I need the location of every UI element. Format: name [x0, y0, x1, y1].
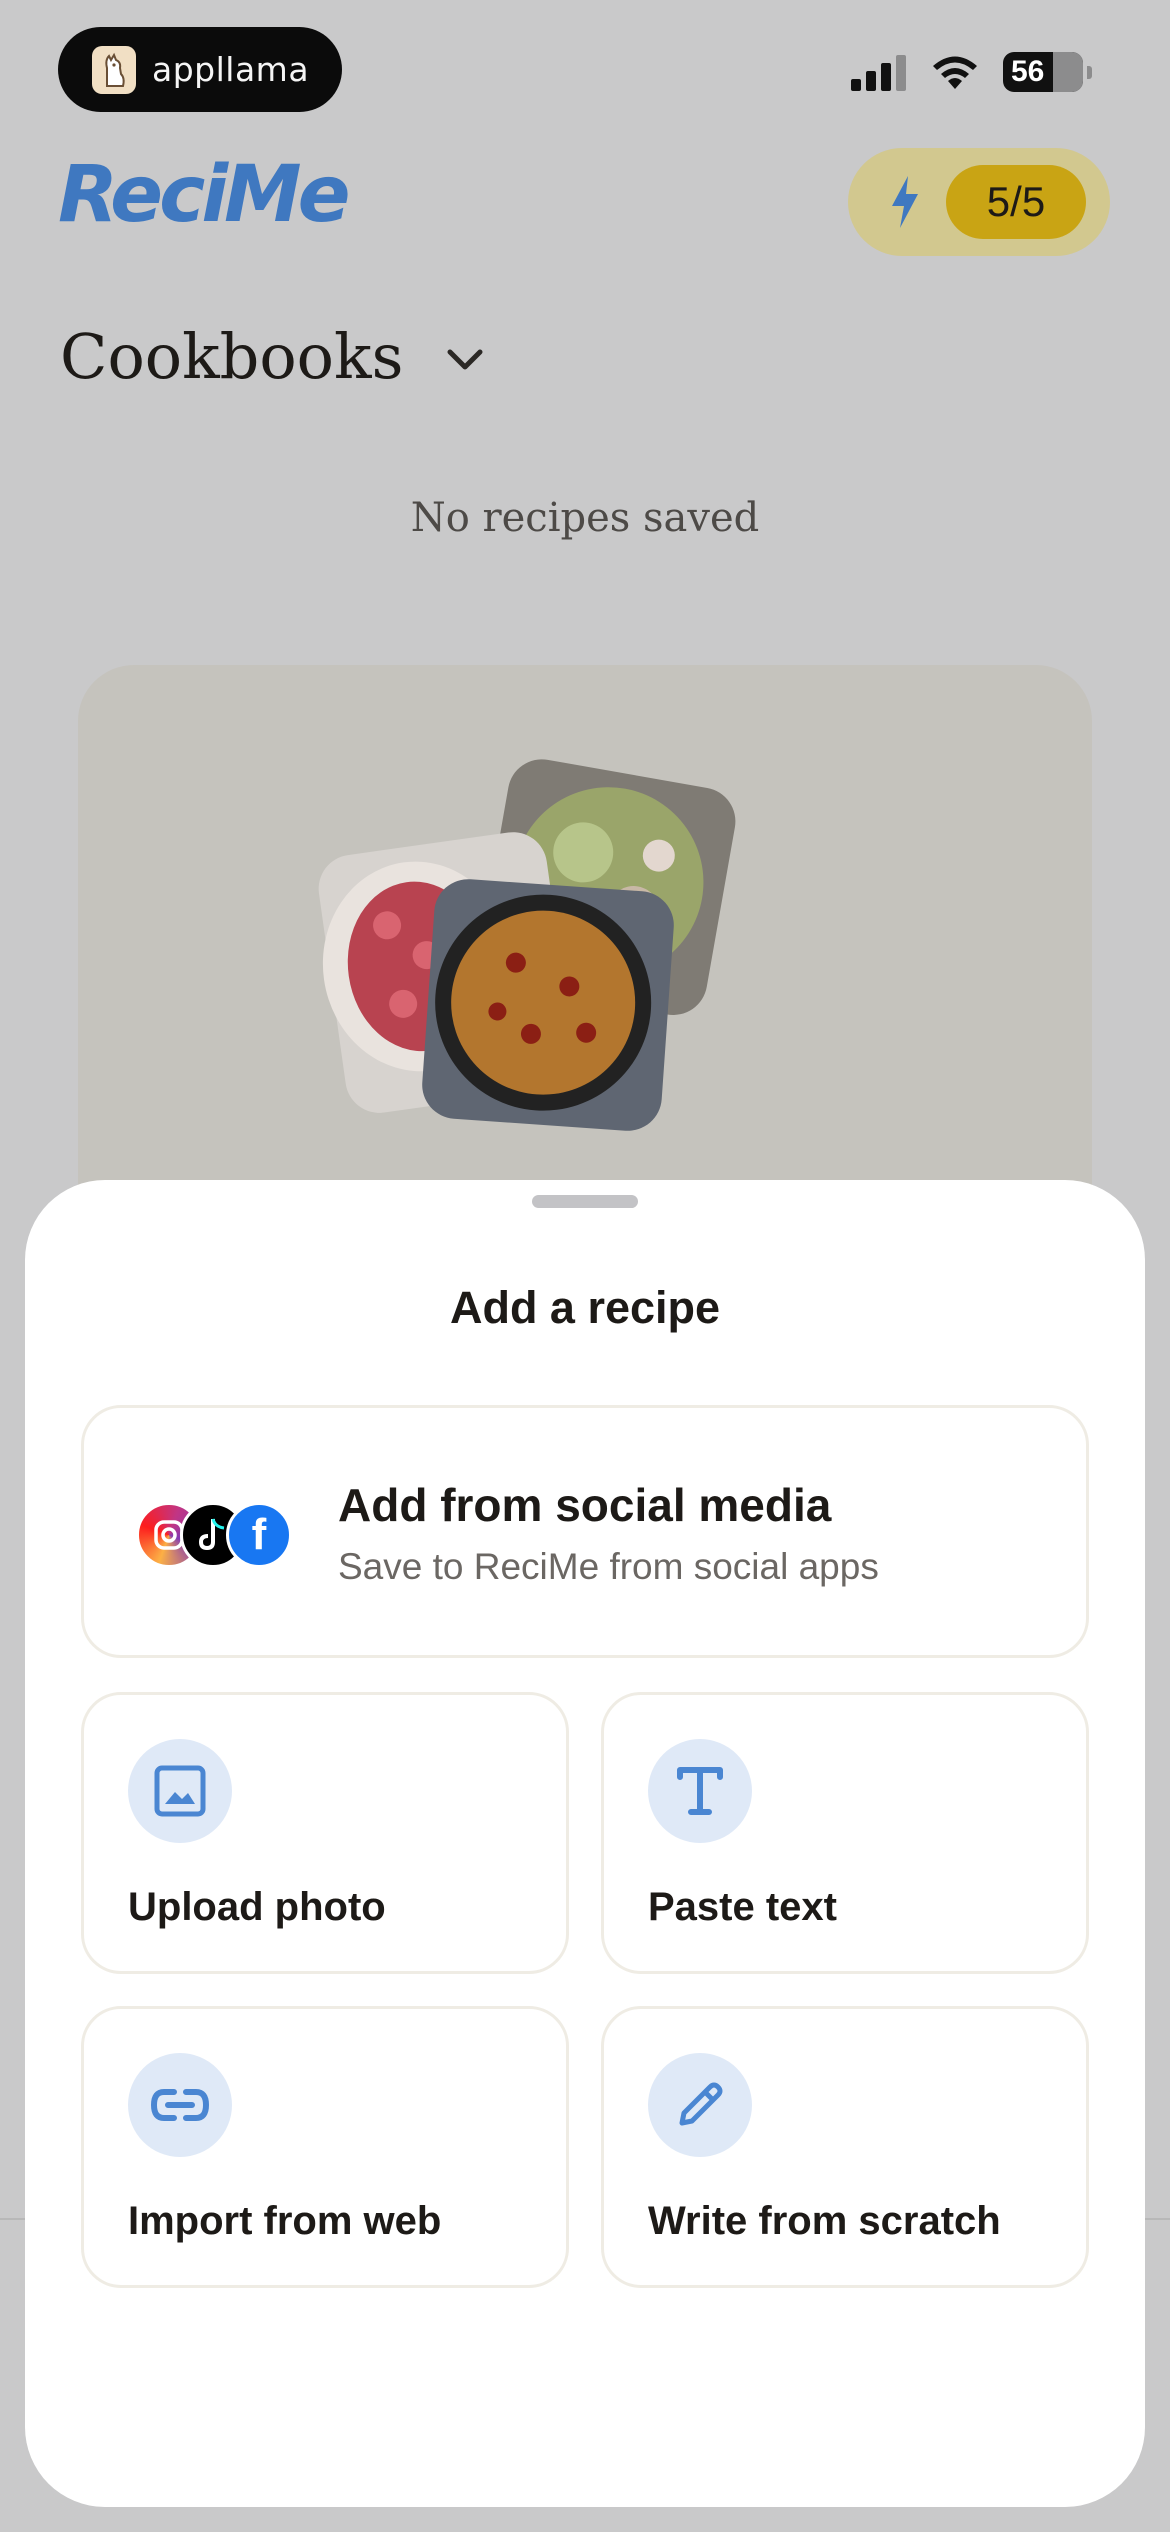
cookbooks-title: Cookbooks — [60, 320, 404, 393]
link-icon — [128, 2053, 232, 2157]
import-from-web-label: Import from web — [128, 2199, 442, 2243]
cookbooks-dropdown[interactable]: Cookbooks — [60, 320, 483, 393]
app-pill[interactable]: appllama — [58, 27, 342, 112]
facebook-icon: f — [226, 1502, 292, 1568]
upload-photo-label: Upload photo — [128, 1885, 386, 1929]
paste-text-label: Paste text — [648, 1885, 837, 1929]
lightning-icon — [892, 176, 918, 228]
status-icons: 56 — [849, 52, 1092, 92]
battery-level: 56 — [1011, 55, 1045, 88]
write-from-scratch-label: Write from scratch — [648, 2199, 1001, 2243]
text-icon — [648, 1739, 752, 1843]
sheet-drag-handle[interactable] — [532, 1195, 638, 1208]
food-collage-image — [318, 759, 736, 1131]
social-option-subtitle: Save to ReciMe from social apps — [338, 1546, 879, 1587]
social-option-title: Add from social media — [338, 1479, 832, 1531]
empty-state-text: No recipes saved — [410, 495, 760, 541]
pencil-icon — [648, 2053, 752, 2157]
write-from-scratch-button[interactable]: Write from scratch — [601, 2006, 1089, 2288]
signal-icon — [851, 55, 906, 91]
add-recipe-sheet: Add a recipe f Add from social media Sav… — [25, 1180, 1145, 2507]
llama-icon — [92, 45, 136, 94]
recime-logo: ReciMe — [58, 150, 351, 240]
import-from-web-button[interactable]: Import from web — [81, 2006, 569, 2288]
image-icon — [128, 1739, 232, 1843]
social-icons: f — [136, 1502, 296, 1568]
credits-count: 5/5 — [946, 165, 1086, 239]
add-from-social-media-button[interactable]: f Add from social media Save to ReciMe f… — [81, 1405, 1089, 1658]
wifi-icon — [933, 56, 977, 89]
chevron-down-icon — [447, 349, 483, 369]
sheet-title: Add a recipe — [449, 1282, 721, 1333]
import-credits-badge[interactable]: 5/5 — [848, 148, 1110, 256]
paste-text-button[interactable]: Paste text — [601, 1692, 1089, 1974]
battery-tip — [1087, 65, 1092, 79]
upload-photo-button[interactable]: Upload photo — [81, 1692, 569, 1974]
battery-indicator: 56 — [1003, 52, 1083, 92]
app-pill-label: appllama — [152, 50, 310, 89]
